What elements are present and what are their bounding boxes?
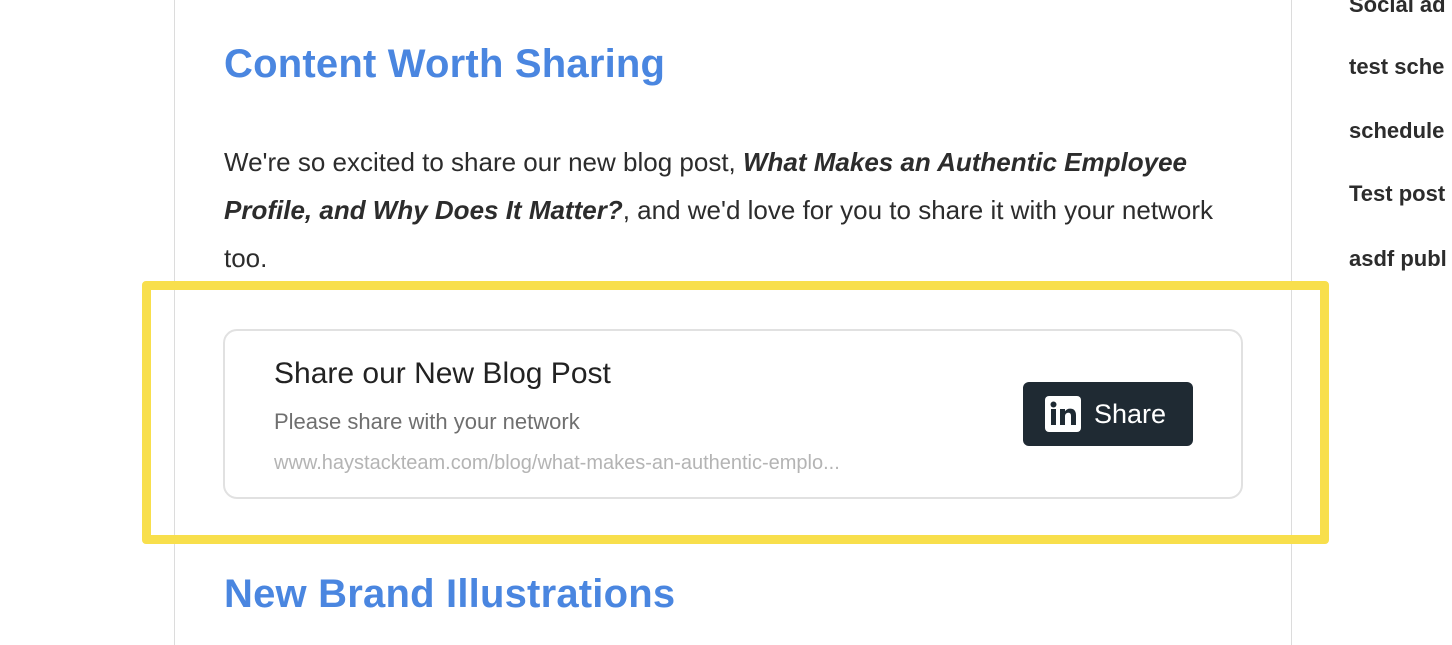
share-card-subtitle: Please share with your network: [274, 409, 580, 434]
linkedin-share-button[interactable]: Share: [1023, 382, 1193, 446]
sidebar-item-test-schedule[interactable]: test sche: [1349, 54, 1444, 80]
intro-text-before: We're so excited to share our new blog p…: [224, 147, 743, 177]
sidebar-item-scheduled[interactable]: schedule: [1349, 118, 1444, 144]
sidebar-item-social-ad[interactable]: Social ad: [1349, 0, 1446, 18]
section-heading-content-worth-sharing: Content Worth Sharing: [224, 42, 666, 86]
share-card: Share our New Blog Post Please share wit…: [223, 329, 1243, 499]
sidebar-item-test-post[interactable]: Test post: [1349, 181, 1445, 207]
page: Content Worth Sharing We're so excited t…: [0, 0, 1452, 645]
share-card-url[interactable]: www.haystackteam.com/blog/what-makes-an-…: [274, 452, 1024, 475]
share-card-title: Share our New Blog Post: [274, 357, 611, 390]
share-button-label: Share: [1094, 398, 1167, 429]
section-heading-new-brand-illustrations: New Brand Illustrations: [224, 572, 676, 616]
sidebar-item-asdf-published[interactable]: asdf publ: [1349, 246, 1447, 272]
linkedin-icon: [1045, 396, 1081, 432]
intro-paragraph: We're so excited to share our new blog p…: [224, 138, 1224, 282]
